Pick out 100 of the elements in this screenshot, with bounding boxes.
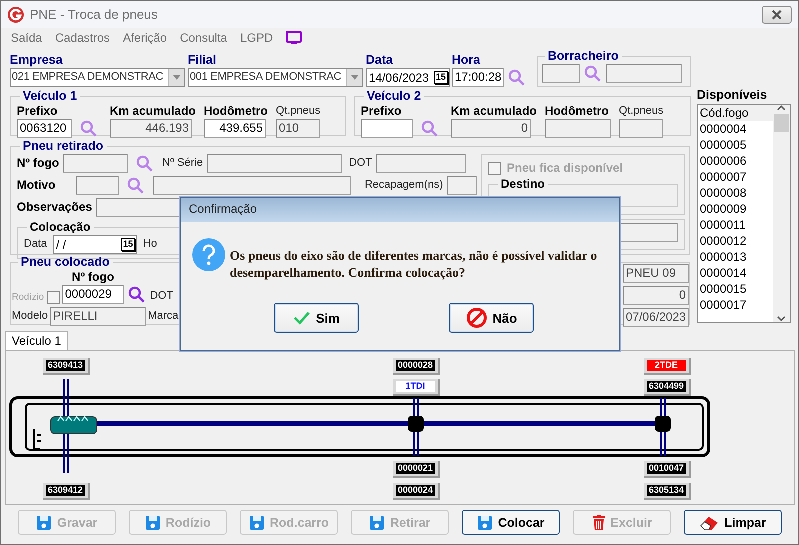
- tire-list[interactable]: Cód.fogo 0000004 0000005 0000006 0000007 0000008 0000009 0000011 0000012 0000013 0000014 0000015 0000017: [697, 104, 791, 323]
- menu-item[interactable]: Consulta: [180, 30, 228, 44]
- field-label: Filial: [188, 53, 218, 68]
- list-item[interactable]: 0000006: [700, 153, 773, 169]
- action-button[interactable]: Limpar: [684, 510, 782, 535]
- tire-label[interactable]: 0010047: [644, 461, 691, 478]
- list-item[interactable]: 0000011: [700, 217, 773, 233]
- search-icon[interactable]: [584, 64, 602, 82]
- tire-label[interactable]: 0000024: [393, 483, 440, 500]
- dialog-title: Confirmação: [181, 198, 619, 222]
- field-label: Ho: [143, 237, 158, 252]
- group-title: Pneu retirado: [22, 139, 105, 154]
- eraser-icon: [700, 514, 720, 530]
- checkbox-label: Rodízio: [12, 292, 44, 303]
- input-field[interactable]: [153, 176, 351, 195]
- menu-item[interactable]: Aferição: [123, 30, 168, 44]
- search-icon[interactable]: [136, 154, 154, 172]
- dropdown[interactable]: 021 EMPRESA DEMONSTRAC: [10, 68, 185, 87]
- field-label: Hodômetro: [545, 104, 610, 119]
- input-field[interactable]: [376, 154, 466, 173]
- tire-label[interactable]: 6309413: [43, 358, 90, 375]
- list-title: Disponíveis: [697, 87, 768, 104]
- menu-item[interactable]: Cadastros: [55, 30, 110, 44]
- field-label: Km acumulado: [451, 104, 538, 119]
- list-item[interactable]: 0000013: [700, 249, 773, 265]
- list-item[interactable]: 0000008: [700, 185, 773, 201]
- list-item[interactable]: 0000005: [700, 137, 773, 153]
- field-label: Motivo: [17, 178, 57, 193]
- input-field[interactable]: 439.655: [204, 119, 266, 138]
- question-icon: [192, 238, 226, 272]
- scroll-thumb[interactable]: [774, 114, 789, 132]
- field-label: Modelo: [12, 309, 48, 324]
- field-label: Observações: [17, 200, 92, 215]
- input-field[interactable]: [63, 154, 128, 173]
- list-item[interactable]: 0000015: [700, 281, 773, 297]
- scroll-up-icon[interactable]: [777, 105, 786, 111]
- input-field[interactable]: 446.193: [110, 119, 192, 138]
- list-item[interactable]: 0000004: [700, 121, 773, 137]
- menu-item[interactable]: LGPD: [240, 30, 274, 44]
- input-field[interactable]: [606, 64, 682, 83]
- input-field[interactable]: 010: [276, 119, 320, 138]
- input-field[interactable]: [542, 64, 580, 83]
- group-title: Borracheiro: [547, 49, 620, 64]
- input-field[interactable]: 0000029: [62, 285, 124, 304]
- input-field[interactable]: 0063120: [17, 119, 72, 138]
- column-header: Cód.fogo: [700, 105, 773, 121]
- group-title: Colocação: [29, 220, 92, 235]
- field-label: Empresa: [10, 53, 64, 68]
- menu-item[interactable]: Saída: [11, 30, 42, 44]
- dropdown[interactable]: 001 EMPRESA DEMONSTRAC: [188, 68, 363, 87]
- list-item[interactable]: 0000007: [700, 169, 773, 185]
- tire-label[interactable]: 6309412: [43, 483, 90, 500]
- tire-label[interactable]: 0000021: [393, 461, 440, 478]
- tire-label[interactable]: 6305134: [644, 483, 691, 500]
- input-field[interactable]: [619, 119, 664, 138]
- input-field[interactable]: 0: [623, 286, 689, 305]
- close-button[interactable]: [762, 6, 792, 24]
- no-button[interactable]: Não: [449, 303, 534, 333]
- list-item[interactable]: 0000017: [700, 297, 773, 313]
- search-icon[interactable]: [80, 120, 98, 138]
- tire-label[interactable]: 6304499: [644, 379, 691, 396]
- axle-drawing: [408, 397, 424, 457]
- tire-label[interactable]: 0000028: [393, 358, 440, 375]
- search-icon[interactable]: [508, 69, 526, 87]
- scrollbar[interactable]: [773, 105, 790, 322]
- field-label: DOT: [150, 289, 174, 304]
- input-field[interactable]: 17:00:28: [452, 68, 504, 87]
- list-item[interactable]: 0000012: [700, 233, 773, 249]
- yes-button[interactable]: Sim: [274, 303, 359, 333]
- search-icon[interactable]: [128, 286, 146, 304]
- list-item[interactable]: 0000009: [700, 201, 773, 217]
- calendar-icon[interactable]: 15: [121, 238, 136, 251]
- trash-icon: [592, 514, 606, 530]
- input-field[interactable]: [76, 176, 120, 195]
- monitor-icon[interactable]: [286, 30, 302, 44]
- action-button[interactable]: Colocar: [462, 510, 560, 535]
- input-field[interactable]: 07/06/2023: [623, 308, 689, 327]
- field-label: Prefixo: [361, 104, 403, 119]
- group-title: Pneu colocado: [20, 255, 111, 270]
- input-field[interactable]: [447, 176, 477, 195]
- search-icon[interactable]: [421, 120, 439, 138]
- field-label: Nº Série: [162, 156, 204, 171]
- date-field[interactable]: / / 15: [53, 235, 138, 254]
- tire-label[interactable]: 2TDE: [644, 358, 691, 375]
- input-field[interactable]: 0: [451, 119, 531, 138]
- scroll-down-icon[interactable]: [777, 316, 786, 322]
- calendar-icon[interactable]: 15: [434, 71, 448, 84]
- field-label: Data: [24, 237, 48, 252]
- field-label: Hora: [452, 53, 482, 68]
- search-icon[interactable]: [127, 176, 146, 194]
- list-item[interactable]: 0000014: [700, 265, 773, 281]
- input-field[interactable]: PIRELLI: [50, 307, 146, 326]
- input-field[interactable]: [361, 119, 413, 138]
- input-field[interactable]: [207, 154, 342, 173]
- tab[interactable]: Veículo 1: [5, 331, 68, 350]
- input-field[interactable]: [545, 119, 612, 138]
- input-field[interactable]: PNEU 09: [623, 264, 689, 283]
- tire-label[interactable]: 1TDI: [393, 379, 440, 396]
- date-field[interactable]: 14/06/2023 15: [366, 68, 450, 87]
- group-title: Destino: [500, 177, 546, 192]
